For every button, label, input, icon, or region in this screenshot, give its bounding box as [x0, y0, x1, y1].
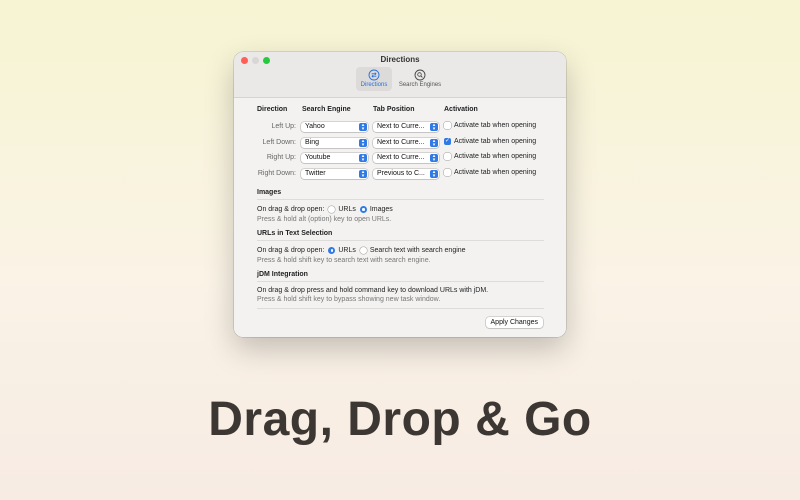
engine-popup-left-down[interactable]: Bing ▴ ▾ [301, 138, 368, 148]
tab-popup-left-up[interactable]: Next to Curre... ▴ ▾ [373, 122, 439, 132]
tab-value: Next to Curre... [377, 154, 425, 161]
images-prompt: On drag & drop open: [257, 206, 325, 213]
header-activation: Activation [444, 106, 478, 113]
text-selection-title: URLs in Text Selection [257, 230, 333, 237]
text-selection-prompt: On drag & drop open: [257, 247, 325, 254]
apply-changes-button[interactable]: Apply Changes [485, 317, 543, 328]
checkbox-checked[interactable]: ✓ [444, 138, 451, 145]
stepper-arrows-icon: ▴ ▾ [430, 170, 438, 179]
stepper-arrows-icon: ▴ ▾ [359, 154, 367, 163]
checkbox[interactable] [444, 153, 451, 160]
tab-value: Next to Curre... [377, 123, 425, 130]
divider [257, 308, 544, 309]
header-search-engine: Search Engine [302, 106, 351, 113]
images-title: Images [257, 189, 282, 196]
images-option-urls[interactable]: URLs [328, 206, 356, 213]
row-label-right-down: Right Down: [257, 170, 296, 177]
tab-popup-right-up[interactable]: Next to Curre... ▴ ▾ [373, 153, 439, 163]
radio-selected[interactable] [359, 206, 367, 213]
radio[interactable] [359, 247, 367, 254]
tab-search-engines-label: Search Engines [398, 82, 442, 88]
tagline: Drag, Drop & Go [208, 393, 592, 446]
row-label-left-down: Left Down: [262, 139, 296, 146]
images-hint: Press & hold alt (option) key to open UR… [257, 216, 392, 223]
activation-label: Activate tab when opening [454, 169, 537, 176]
toolbar-tabs: Directions Search Engines [356, 67, 442, 91]
engine-popup-right-down[interactable]: Twitter ▴ ▾ [301, 169, 368, 179]
engine-value: Youtube [305, 154, 331, 161]
stepper-arrows-icon: ▴ ▾ [359, 139, 367, 148]
text-selection-options: On drag & drop open: URLs Search text wi… [257, 247, 466, 254]
jdm-line: On drag & drop press and hold command ke… [257, 287, 489, 294]
tab-directions-label: Directions [360, 82, 388, 88]
header-tab-position: Tab Position [373, 106, 415, 113]
magnifier-icon [414, 69, 426, 81]
divider [257, 240, 544, 241]
tab-popup-right-down[interactable]: Previous to C... ▴ ▾ [373, 169, 439, 179]
stepper-arrows-icon: ▴ ▾ [430, 154, 438, 163]
engine-popup-left-up[interactable]: Yahoo ▴ ▾ [301, 122, 368, 132]
engine-value: Twitter [305, 170, 326, 177]
jdm-title: jDM Integration [257, 271, 308, 278]
activation-right-down[interactable]: Activate tab when opening [444, 169, 536, 176]
checkbox[interactable] [444, 169, 451, 176]
tab-popup-left-down[interactable]: Next to Curre... ▴ ▾ [373, 138, 439, 148]
activation-label: Activate tab when opening [454, 122, 537, 129]
option-label: URLs [338, 206, 356, 213]
activation-left-up[interactable]: Activate tab when opening [444, 122, 536, 129]
divider [257, 199, 544, 200]
row-label-left-up: Left Up: [271, 123, 296, 130]
row-label-right-up: Right Up: [266, 154, 296, 161]
tab-search-engines[interactable]: Search Engines [398, 67, 442, 91]
arrows-circle-icon [368, 69, 380, 81]
images-option-images[interactable]: Images [359, 206, 393, 213]
stepper-arrows-icon: ▴ ▾ [430, 139, 438, 148]
option-label: URLs [338, 247, 356, 254]
tab-value: Previous to C... [377, 170, 425, 177]
window-title: Directions [380, 55, 420, 64]
tab-value: Next to Curre... [377, 139, 425, 146]
activation-left-down[interactable]: ✓ Activate tab when opening [444, 138, 536, 145]
stepper-arrows-icon: ▴ ▾ [359, 170, 367, 179]
activation-label: Activate tab when opening [454, 138, 537, 145]
directions-pane: Direction Search Engine Tab Position Act… [234, 98, 566, 337]
tab-directions[interactable]: Directions [356, 67, 392, 91]
option-label: Search text with search engine [369, 247, 466, 254]
stepper-arrows-icon: ▴ ▾ [430, 123, 438, 132]
checkbox[interactable] [444, 122, 451, 129]
engine-popup-right-up[interactable]: Youtube ▴ ▾ [301, 153, 368, 163]
stepper-arrows-icon: ▴ ▾ [359, 123, 367, 132]
divider [257, 281, 544, 282]
text-selection-hint: Press & hold shift key to search text wi… [257, 257, 431, 264]
jdm-hint: Press & hold shift key to bypass showing… [257, 296, 441, 303]
preferences-window: Directions Directions Search Engines Dir… [234, 52, 566, 337]
images-options: On drag & drop open: URLs Images [257, 206, 393, 213]
radio-selected[interactable] [328, 247, 336, 254]
title-bar: Directions Directions Search Engines [234, 52, 566, 98]
engine-value: Yahoo [305, 123, 325, 130]
activation-label: Activate tab when opening [454, 153, 537, 160]
engine-value: Bing [305, 139, 320, 146]
text-selection-option-search[interactable]: Search text with search engine [359, 247, 466, 254]
activation-right-up[interactable]: Activate tab when opening [444, 153, 536, 160]
header-direction: Direction [257, 106, 288, 113]
radio[interactable] [328, 206, 336, 213]
text-selection-option-urls[interactable]: URLs [328, 247, 356, 254]
option-label: Images [369, 206, 393, 213]
